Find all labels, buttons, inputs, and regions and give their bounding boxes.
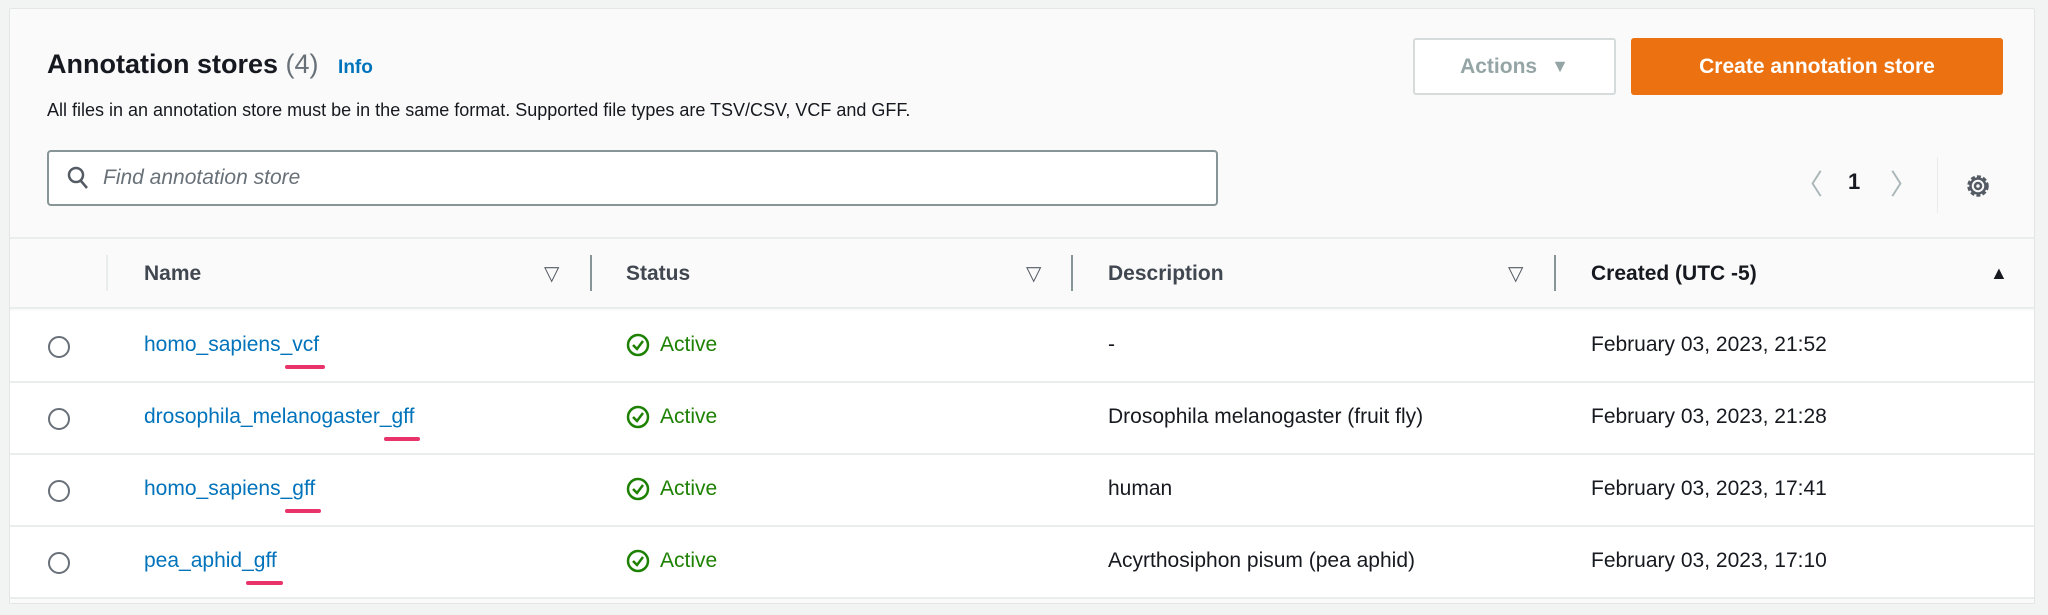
column-header-name[interactable]: Name: [144, 262, 201, 286]
sort-icon[interactable]: ▽: [544, 261, 559, 286]
search-input[interactable]: Find annotation store: [47, 150, 1218, 206]
highlighted-suffix: _gff: [242, 549, 283, 585]
settings-button[interactable]: [1964, 172, 1992, 205]
row-select-radio[interactable]: [48, 480, 70, 502]
row-select-radio[interactable]: [48, 336, 70, 358]
status-badge: Active: [626, 477, 717, 501]
check-circle-icon: [626, 405, 650, 429]
search-icon: [67, 166, 88, 189]
check-circle-icon: [626, 549, 650, 573]
table-row: homo_sapiens_vcf Active - February 03, 2…: [10, 311, 2034, 383]
create-annotation-store-button[interactable]: Create annotation store: [1631, 38, 2003, 95]
column-header-status[interactable]: Status: [626, 262, 690, 286]
column-divider[interactable]: [1071, 255, 1073, 291]
sort-ascending-icon[interactable]: ▲: [1990, 263, 2008, 284]
search-placeholder: Find annotation store: [103, 166, 301, 189]
column-divider[interactable]: [590, 255, 592, 291]
description-cell: -: [1108, 333, 1115, 356]
sort-icon[interactable]: ▽: [1508, 261, 1523, 286]
prev-page-button[interactable]: 〈: [1795, 163, 1823, 203]
description-cell: Drosophila melanogaster (fruit fly): [1108, 405, 1424, 428]
table-header: Name ▽ Status ▽ Description ▽ Created (U…: [10, 237, 2034, 309]
table-row: homo_sapiens_gff Active human February 0…: [10, 455, 2034, 527]
check-circle-icon: [626, 477, 650, 501]
description-cell: human: [1108, 477, 1173, 500]
store-name-link[interactable]: pea_aphid_gff: [144, 549, 283, 585]
row-select-radio[interactable]: [48, 552, 70, 574]
highlighted-suffix: _gff: [280, 477, 321, 513]
store-name-link[interactable]: homo_sapiens_vcf: [144, 333, 325, 369]
created-cell: February 03, 2023, 17:41: [1591, 477, 1827, 500]
info-link[interactable]: Info: [338, 57, 373, 78]
created-cell: February 03, 2023, 21:52: [1591, 333, 1827, 356]
status-badge: Active: [626, 405, 717, 429]
status-badge: Active: [626, 549, 717, 573]
column-divider[interactable]: [1554, 255, 1556, 291]
check-circle-icon: [626, 333, 650, 357]
gear-icon: [1967, 175, 1989, 197]
current-page[interactable]: 1: [1848, 169, 1860, 195]
column-divider: [106, 255, 108, 291]
page-title: Annotation stores (4) Info: [47, 49, 373, 79]
store-name-link[interactable]: homo_sapiens_gff: [144, 477, 321, 513]
description-cell: Acyrthosiphon pisum (pea aphid): [1108, 549, 1416, 572]
row-select-radio[interactable]: [48, 408, 70, 430]
highlighted-suffix: _gff: [379, 405, 421, 441]
status-badge: Active: [626, 333, 717, 357]
sort-icon[interactable]: ▽: [1026, 261, 1041, 286]
created-cell: February 03, 2023, 17:10: [1591, 549, 1827, 572]
column-header-description[interactable]: Description: [1108, 262, 1224, 286]
store-name-link[interactable]: drosophila_melanogaster_gff: [144, 405, 421, 441]
actions-button[interactable]: Actions ▼: [1413, 38, 1616, 95]
table-row: pea_aphid_gff Active Acyrthosiphon pisum…: [10, 527, 2034, 599]
next-page-button[interactable]: 〉: [1890, 163, 1918, 203]
divider: [1937, 157, 1938, 213]
highlighted-suffix: _vcf: [280, 333, 325, 369]
created-cell: February 03, 2023, 21:28: [1591, 405, 1827, 428]
annotation-stores-panel: Annotation stores (4) Info All files in …: [9, 8, 2035, 604]
table-row: drosophila_melanogaster_gff Active Droso…: [10, 383, 2034, 455]
store-count: (4): [285, 49, 319, 79]
page-description: All files in an annotation store must be…: [47, 100, 911, 120]
caret-down-icon: ▼: [1551, 56, 1569, 76]
column-header-created[interactable]: Created (UTC -5): [1591, 262, 1757, 286]
